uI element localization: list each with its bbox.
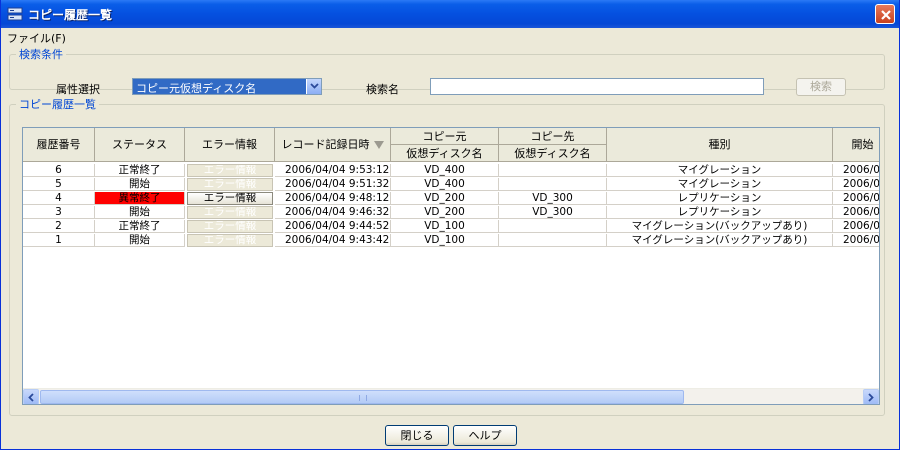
close-icon — [881, 10, 891, 20]
cell-source: VD_100 — [391, 234, 499, 247]
cell-start: 2006/0 — [833, 164, 879, 177]
cell-status: 開始 — [95, 234, 185, 247]
help-button[interactable]: ヘルプ — [453, 425, 517, 446]
title-bar[interactable]: コピー履歴一覧 — [1, 0, 899, 28]
col-header-source-sub[interactable]: 仮想ディスク名 — [391, 145, 499, 162]
horizontal-scrollbar[interactable] — [23, 388, 879, 404]
chevron-down-icon — [310, 83, 319, 89]
cell-source: VD_400 — [391, 178, 499, 191]
error-info-button: エラー情報 — [187, 206, 273, 219]
cell-number: 5 — [23, 178, 95, 191]
menu-bar: ファイル(F) — [1, 28, 899, 46]
col-header-record-time-label: レコード記録日時 — [281, 138, 370, 151]
attribute-select-value: コピー元仮想ディスク名 — [136, 82, 257, 95]
sort-descending-icon — [373, 141, 384, 149]
cell-status: 正常終了 — [95, 220, 185, 233]
cell-start: 2006/0 — [833, 178, 879, 191]
cell-type: マイグレーション — [607, 178, 833, 191]
cell-type: レプリケーション — [607, 206, 833, 219]
cell-source: VD_200 — [391, 206, 499, 219]
scroll-right-button[interactable] — [863, 389, 879, 404]
attribute-dropdown-button[interactable] — [306, 79, 321, 94]
cell-dest — [499, 234, 607, 247]
cell-number: 6 — [23, 164, 95, 177]
scrollbar-grip-icon — [359, 395, 367, 401]
col-header-dest[interactable]: コピー先 — [499, 128, 607, 145]
col-header-start-label: 開始 — [851, 138, 874, 151]
cell-time: 2006/04/04 9:53:12 — [275, 164, 391, 177]
cell-status: 開始 — [95, 178, 185, 191]
cell-number: 4 — [23, 192, 95, 205]
cell-start: 2006/0 — [833, 234, 879, 247]
copy-history-table[interactable]: 履歴番号 ステータス エラー情報 レコード記録日時 コピー元 仮想ディスク名 コピー先 仮想デ… — [22, 127, 880, 405]
cell-time: 2006/04/04 9:48:12 — [275, 192, 391, 205]
col-header-type[interactable]: 種別 — [607, 128, 833, 162]
cell-status: 正常終了 — [95, 164, 185, 177]
attribute-select[interactable]: コピー元仮想ディスク名 — [132, 78, 322, 95]
col-header-status[interactable]: ステータス — [95, 128, 185, 162]
cell-type: レプリケーション — [607, 192, 833, 205]
cell-source: VD_400 — [391, 164, 499, 177]
search-conditions-legend: 検索条件 — [19, 48, 63, 61]
close-window-button[interactable] — [875, 4, 895, 24]
cell-time: 2006/04/04 9:46:32 — [275, 206, 391, 219]
col-header-status-label: ステータス — [112, 138, 167, 151]
scroll-left-button[interactable] — [23, 389, 39, 404]
col-header-dest-label: コピー先 — [530, 130, 575, 143]
copy-history-window: コピー履歴一覧 ファイル(F) 検索条件 属性選択 コピー元仮想ディスク名 検索… — [0, 0, 900, 450]
error-info-button: エラー情報 — [187, 220, 273, 233]
cell-time: 2006/04/04 9:51:32 — [275, 178, 391, 191]
cell-dest: VD_300 — [499, 192, 607, 205]
col-header-source[interactable]: コピー元 — [391, 128, 499, 145]
search-name-label: 検索名 — [366, 83, 399, 96]
cell-source: VD_100 — [391, 220, 499, 233]
error-info-button[interactable]: エラー情報 — [187, 192, 273, 205]
col-header-number-label: 履歴番号 — [36, 138, 81, 151]
search-conditions-group: 検索条件 属性選択 コピー元仮想ディスク名 検索名 検索 — [9, 46, 885, 96]
attribute-select-label: 属性選択 — [56, 83, 100, 96]
copy-history-legend: コピー履歴一覧 — [19, 98, 96, 111]
error-info-button: エラー情報 — [187, 164, 273, 177]
col-header-source-label: コピー元 — [422, 130, 467, 143]
col-header-source-sub-label: 仮想ディスク名 — [406, 147, 483, 160]
cell-type: マイグレーション — [607, 164, 833, 177]
col-header-error[interactable]: エラー情報 — [185, 128, 275, 162]
cell-dest — [499, 220, 607, 233]
cell-time: 2006/04/04 9:44:52 — [275, 220, 391, 233]
cell-source: VD_200 — [391, 192, 499, 205]
cell-number: 1 — [23, 234, 95, 247]
cell-number: 2 — [23, 220, 95, 233]
col-header-type-label: 種別 — [708, 138, 731, 151]
col-header-start[interactable]: 開始 — [833, 128, 879, 162]
col-header-dest-sub-label: 仮想ディスク名 — [514, 147, 591, 160]
search-button[interactable]: 検索 — [796, 78, 846, 96]
cell-type: マイグレーション(バックアップあり) — [607, 220, 833, 233]
window-title: コピー履歴一覧 — [28, 8, 113, 22]
cell-time: 2006/04/04 9:43:42 — [275, 234, 391, 247]
cell-start: 2006/0 — [833, 192, 879, 205]
cell-start: 2006/0 — [833, 220, 879, 233]
search-name-input[interactable] — [430, 78, 764, 95]
chevron-right-icon — [868, 393, 874, 402]
chevron-left-icon — [28, 393, 34, 402]
cell-dest: VD_300 — [499, 206, 607, 219]
cell-status: 異常終了 — [95, 192, 185, 205]
error-info-button: エラー情報 — [187, 234, 273, 247]
col-header-error-label: エラー情報 — [202, 138, 257, 151]
scrollbar-thumb[interactable] — [40, 390, 684, 404]
close-button[interactable]: 閉じる — [385, 425, 449, 446]
copy-history-group: コピー履歴一覧 履歴番号 ステータス エラー情報 レコード記録日時 コピー元 仮想ディスク… — [9, 96, 885, 416]
storage-app-icon — [7, 6, 23, 22]
cell-status: 開始 — [95, 206, 185, 219]
cell-type: マイグレーション(バックアップあり) — [607, 234, 833, 247]
menu-file[interactable]: ファイル(F) — [7, 30, 66, 46]
col-header-record-time[interactable]: レコード記録日時 — [275, 128, 391, 162]
cell-dest — [499, 164, 607, 177]
cell-number: 3 — [23, 206, 95, 219]
col-header-number[interactable]: 履歴番号 — [23, 128, 95, 162]
error-info-button: エラー情報 — [187, 178, 273, 191]
col-header-dest-sub[interactable]: 仮想ディスク名 — [499, 145, 607, 162]
cell-dest — [499, 178, 607, 191]
cell-start: 2006/0 — [833, 206, 879, 219]
